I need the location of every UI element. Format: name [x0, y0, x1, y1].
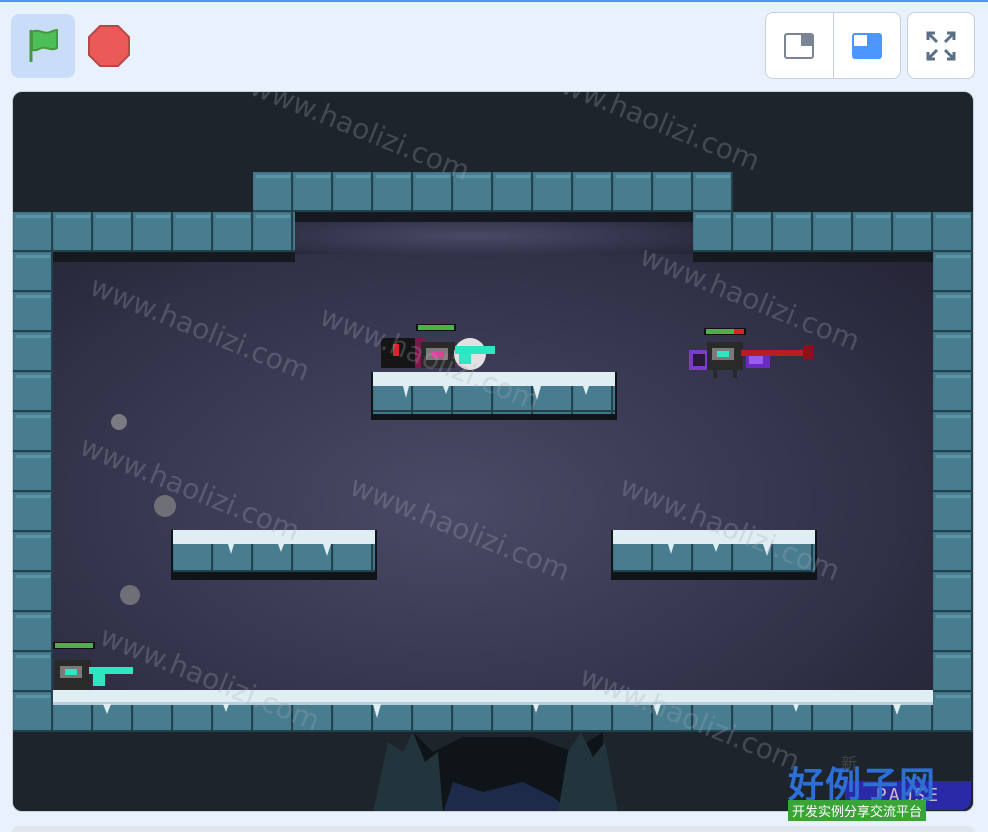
- pine-pit: [373, 732, 618, 811]
- small-stage-button[interactable]: [766, 13, 833, 78]
- snow-platform-right: [611, 530, 817, 580]
- small-stage-icon: [784, 32, 815, 59]
- fullscreen-button[interactable]: [907, 12, 975, 79]
- large-stage-button[interactable]: [832, 13, 901, 78]
- brand-superscript: 新: [841, 754, 858, 773]
- brand-subtitle: 开发实例分享交流平台: [788, 800, 927, 821]
- game-scene: [13, 172, 973, 811]
- green-flag-icon: [29, 28, 58, 62]
- grey-orb: [154, 495, 176, 517]
- cave-background: [53, 222, 933, 732]
- snow-platform-left: [171, 530, 377, 580]
- left-wall: [13, 252, 53, 732]
- grey-orb: [111, 414, 127, 430]
- stage-size-toggle: [765, 12, 901, 79]
- right-wall: [933, 252, 973, 732]
- game-stage[interactable]: www.haolizi.com www.haolizi.com www.haol…: [12, 91, 974, 812]
- fullscreen-icon: [926, 31, 956, 60]
- green-flag-button[interactable]: [11, 14, 75, 78]
- top-accent-line: [0, 0, 988, 2]
- large-stage-icon: [851, 32, 882, 59]
- stop-icon: [88, 25, 130, 67]
- bottom-panel-edge: [12, 826, 974, 832]
- brand-watermark: 好例子网 新 开发实例分享交流平台: [778, 752, 953, 822]
- stop-button[interactable]: [84, 21, 134, 71]
- grey-orb: [120, 585, 140, 605]
- snow-platform-top: [371, 372, 617, 420]
